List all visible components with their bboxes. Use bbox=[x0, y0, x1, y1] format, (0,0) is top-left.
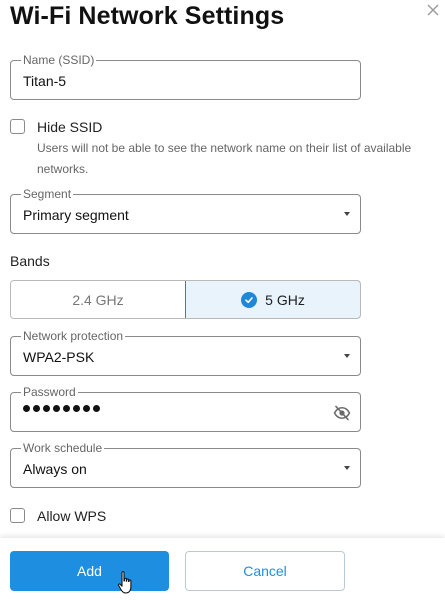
password-field[interactable]: Password bbox=[10, 385, 361, 432]
allow-wps-checkbox[interactable] bbox=[10, 508, 25, 523]
band-option-2-4ghz[interactable]: 2.4 GHz bbox=[11, 281, 185, 318]
network-protection-select[interactable]: Network protection WPA2-PSK bbox=[10, 329, 361, 376]
close-icon bbox=[427, 4, 439, 16]
check-circle-icon bbox=[241, 291, 258, 308]
password-legend: Password bbox=[21, 385, 78, 399]
cancel-button[interactable]: Cancel bbox=[185, 551, 345, 591]
hide-ssid-label: Hide SSID bbox=[37, 119, 103, 135]
schedule-value: Always on bbox=[23, 461, 87, 477]
hide-ssid-helper: Users will not be able to see the networ… bbox=[37, 141, 412, 176]
dropdown-caret-icon bbox=[344, 466, 350, 470]
ssid-value: Titan-5 bbox=[23, 73, 67, 89]
page-title: Wi-Fi Network Settings bbox=[10, 2, 285, 30]
schedule-legend: Work schedule bbox=[21, 441, 105, 455]
segment-select[interactable]: Segment Primary segment bbox=[10, 187, 361, 234]
bands-toggle: 2.4 GHz 5 GHz bbox=[10, 280, 361, 319]
ssid-legend: Name (SSID) bbox=[21, 53, 97, 67]
dialog-footer: Add Cancel bbox=[0, 538, 445, 600]
protection-value: WPA2-PSK bbox=[23, 349, 95, 365]
band-option-label: 5 GHz bbox=[265, 291, 305, 308]
segment-legend: Segment bbox=[21, 187, 74, 201]
close-button[interactable] bbox=[425, 2, 441, 18]
band-option-5ghz[interactable]: 5 GHz bbox=[185, 281, 360, 318]
ssid-field[interactable]: Name (SSID) Titan-5 bbox=[10, 53, 361, 100]
band-option-label: 2.4 GHz bbox=[72, 291, 124, 308]
dropdown-caret-icon bbox=[344, 212, 350, 216]
hide-ssid-checkbox[interactable] bbox=[10, 119, 25, 134]
add-button[interactable]: Add bbox=[10, 551, 169, 591]
hand-pointer-cursor-icon bbox=[117, 571, 132, 594]
password-masked-value bbox=[23, 405, 100, 412]
segment-value: Primary segment bbox=[23, 207, 129, 223]
allow-wps-label: Allow WPS bbox=[37, 508, 107, 524]
work-schedule-select[interactable]: Work schedule Always on bbox=[10, 441, 361, 488]
protection-legend: Network protection bbox=[21, 329, 126, 343]
eye-off-icon[interactable] bbox=[333, 404, 351, 422]
bands-label: Bands bbox=[10, 253, 50, 269]
dropdown-caret-icon bbox=[344, 354, 350, 358]
